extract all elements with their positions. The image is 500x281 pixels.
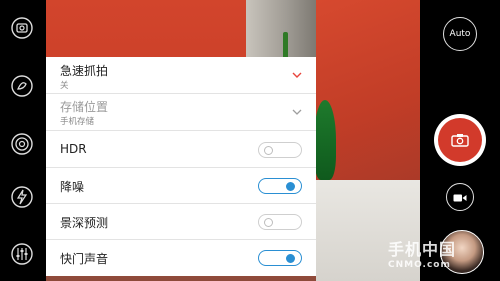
setting-label: HDR bbox=[60, 142, 87, 156]
video-record-button[interactable] bbox=[446, 183, 474, 211]
setting-value: 手机存储 bbox=[60, 117, 95, 127]
chevron-down-icon[interactable] bbox=[292, 107, 302, 117]
toggle-knob bbox=[286, 254, 295, 263]
chevron-down-icon[interactable] bbox=[292, 70, 302, 80]
watermark: 手机中国 CNMO.com bbox=[388, 236, 456, 270]
setting-row-shutter-sound: 快门声音 bbox=[46, 240, 316, 276]
setting-label: 快门声音 bbox=[60, 252, 109, 266]
flash-icon[interactable] bbox=[11, 186, 33, 208]
auto-mode-label: Auto bbox=[449, 29, 471, 39]
camera-settings-icon[interactable] bbox=[11, 17, 33, 39]
auto-mode-button[interactable]: Auto bbox=[443, 17, 477, 51]
setting-value: 关 bbox=[60, 81, 69, 91]
watermark-en: CNMO.com bbox=[388, 260, 451, 270]
viewfinder-scene-plant bbox=[314, 100, 336, 180]
shutter-sound-toggle[interactable] bbox=[258, 250, 302, 266]
setting-label: 降噪 bbox=[60, 180, 85, 194]
beauty-icon[interactable] bbox=[11, 75, 33, 97]
setting-row-storage-location[interactable]: 存储位置 手机存储 bbox=[46, 94, 316, 131]
noise-reduction-toggle[interactable] bbox=[258, 178, 302, 194]
setting-row-noise-reduction: 降噪 bbox=[46, 168, 316, 204]
video-icon bbox=[453, 188, 467, 207]
lens-mode-icon[interactable] bbox=[11, 133, 33, 155]
watermark-cn: 手机中国 bbox=[388, 240, 457, 259]
toggle-knob bbox=[264, 218, 273, 227]
setting-row-burst-capture[interactable]: 急速抓拍 关 bbox=[46, 57, 316, 94]
toggle-knob bbox=[264, 146, 273, 155]
setting-label: 急速抓拍 bbox=[60, 64, 109, 78]
settings-sliders-icon[interactable] bbox=[11, 243, 33, 265]
depth-prediction-toggle[interactable] bbox=[258, 214, 302, 230]
left-toolbar bbox=[0, 0, 46, 281]
setting-row-depth-prediction: 景深预测 bbox=[46, 204, 316, 240]
setting-label: 存储位置 bbox=[60, 100, 109, 114]
camera-settings-panel: 急速抓拍 关 存储位置 手机存储 HDR 降噪 景深预测 快门声音 bbox=[46, 57, 316, 276]
setting-label: 景深预测 bbox=[60, 216, 109, 230]
hdr-toggle[interactable] bbox=[258, 142, 302, 158]
toggle-knob bbox=[286, 182, 295, 191]
shutter-button[interactable] bbox=[434, 114, 486, 166]
setting-row-hdr: HDR bbox=[46, 131, 316, 168]
camera-shutter-icon bbox=[438, 118, 482, 162]
